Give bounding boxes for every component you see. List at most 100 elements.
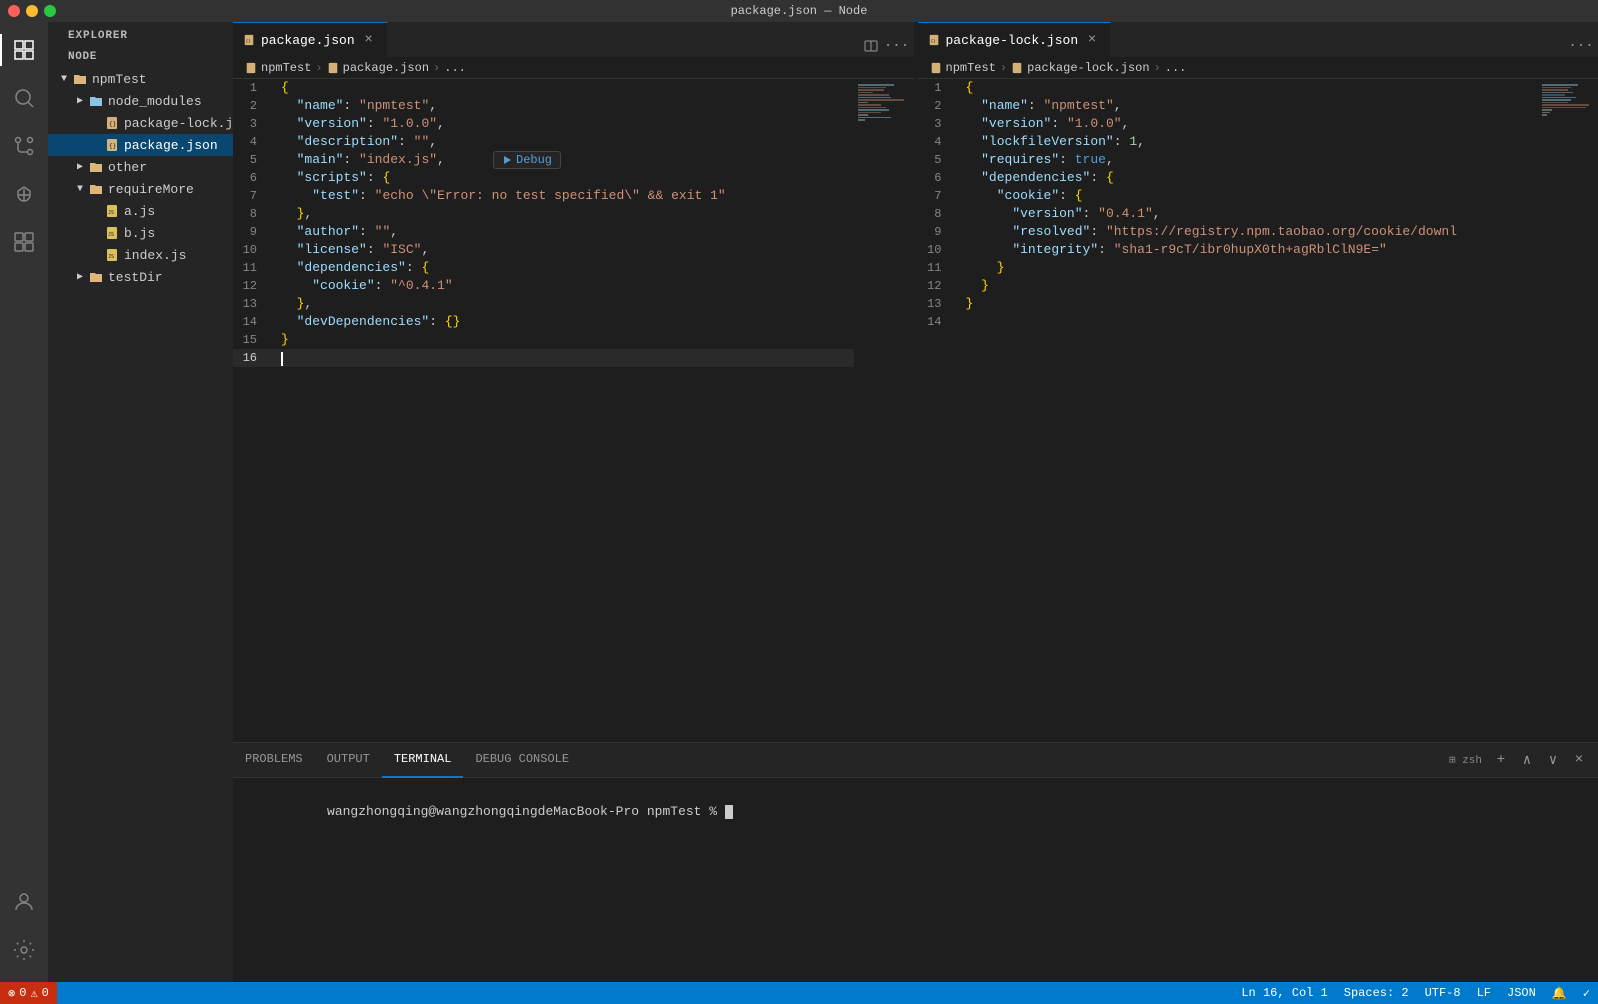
tree-item-npmtest[interactable]: npmTest (48, 68, 233, 90)
tree-arrow-pkg-lock (88, 115, 104, 131)
explorer-header: Explorer (48, 22, 233, 46)
code-line-l11: 11 "dependencies": { (233, 259, 854, 277)
tree-item-indexjs[interactable]: JS index.js (48, 244, 233, 266)
breadcrumb-npmtest-right[interactable]: npmTest (946, 61, 996, 75)
panel-tab-debug-label: DEBUG CONSOLE (475, 752, 569, 766)
breadcrumb-npmtest-left[interactable]: npmTest (261, 61, 311, 75)
activity-account[interactable] (0, 878, 48, 926)
tree-item-package-json[interactable]: {} package.json (48, 134, 233, 156)
activity-source-control[interactable] (0, 122, 48, 170)
activity-search[interactable] (0, 74, 48, 122)
tree-label-bjs: b.js (124, 226, 155, 241)
status-language[interactable]: JSON (1499, 982, 1544, 1004)
code-line-l12: 12 "cookie": "^0.4.1" (233, 277, 854, 295)
svg-text:{}: {} (109, 121, 116, 128)
tree-label-indexjs: index.js (124, 248, 186, 263)
terminal-cursor (725, 805, 733, 819)
status-encoding[interactable]: UTF-8 (1417, 982, 1469, 1004)
close-panel-button[interactable]: × (1568, 749, 1590, 771)
left-editor-content: 1 { 2 "name": "npmtest", 3 (233, 79, 914, 742)
code-line-r6: 6 "dependencies": { (918, 169, 1539, 187)
tree-root-node[interactable]: NODE (48, 46, 233, 68)
tree-label-testdir: testDir (108, 270, 163, 285)
more-actions-button-right[interactable]: ··· (1570, 35, 1592, 57)
tree-arrow-npmtest (56, 71, 72, 87)
terminal-down-button[interactable]: ∨ (1542, 749, 1564, 771)
right-code-editor[interactable]: 1 { 2 "name": "npmtest", 3 "version": "1… (918, 79, 1539, 742)
activity-bar-bottom (0, 878, 48, 982)
status-eol[interactable]: LF (1469, 982, 1499, 1004)
breadcrumb-dots-left[interactable]: ... (444, 61, 466, 75)
tab-package-json[interactable]: {} package.json × (233, 22, 388, 57)
right-editor-group: {} package-lock.json × ··· npmTest › pac… (918, 22, 1598, 742)
status-notification[interactable]: 🔔 (1544, 982, 1575, 1004)
split-editor-button[interactable] (860, 35, 882, 57)
code-line-l10: 10 "license": "ISC", (233, 241, 854, 259)
status-extra[interactable]: ✓ (1575, 982, 1598, 1004)
json-icon-package-json: {} (104, 137, 120, 153)
activity-bar (0, 22, 48, 982)
status-left: ⊗ 0 ⚠ 0 (0, 982, 57, 1004)
breadcrumb-filename-right[interactable]: package-lock.json (1027, 61, 1149, 75)
panel-tab-debug-console[interactable]: DEBUG CONSOLE (463, 743, 581, 778)
code-line-l7: 7 "test": "echo \"Error: no test specifi… (233, 187, 854, 205)
tree-item-node-modules[interactable]: node_modules (48, 90, 233, 112)
panel-tab-output-label: OUTPUT (327, 752, 370, 766)
breadcrumb-filename-left[interactable]: package.json (343, 61, 429, 75)
activity-debug[interactable] (0, 170, 48, 218)
tree-label-node-modules: node_modules (108, 94, 202, 109)
panel-tab-output[interactable]: OUTPUT (315, 743, 382, 778)
spaces-label: Spaces: 2 (1344, 986, 1409, 1000)
terminal-up-button[interactable]: ∧ (1516, 749, 1538, 771)
tree-item-other[interactable]: other (48, 156, 233, 178)
code-line-l13: 13 }, (233, 295, 854, 313)
terminal-content[interactable]: wangzhongqing@wangzhongqingdeMacBook-Pro… (233, 778, 1598, 982)
maximize-button[interactable] (44, 5, 56, 17)
activity-extensions[interactable] (0, 218, 48, 266)
left-minimap (854, 79, 914, 742)
tab-close-package-lock[interactable]: × (1084, 32, 1100, 48)
activity-explorer[interactable] (0, 26, 48, 74)
add-terminal-button[interactable]: + (1490, 749, 1512, 771)
notification-icon: 🔔 (1552, 986, 1567, 1001)
terminal-label-right: ⊞ zsh (1445, 749, 1486, 771)
code-line-l3: 3 "version": "1.0.0", (233, 115, 854, 133)
debug-widget[interactable]: Debug (493, 151, 561, 169)
tree-item-testdir[interactable]: testDir (48, 266, 233, 288)
panel-actions: ⊞ zsh + ∧ ∨ × (1445, 749, 1598, 771)
tab-package-lock-json[interactable]: {} package-lock.json × (918, 22, 1112, 57)
code-line-r11: 11 } (918, 259, 1539, 277)
eol-label: LF (1477, 986, 1491, 1000)
language-label: JSON (1507, 986, 1536, 1000)
svg-text:{}: {} (109, 143, 116, 150)
panel-tab-terminal[interactable]: TERMINAL (382, 743, 464, 778)
panel-tab-problems[interactable]: PROBLEMS (233, 743, 315, 778)
right-editor-content: 1 { 2 "name": "npmtest", 3 "version": "1… (918, 79, 1598, 742)
tree-arrow-other (72, 159, 88, 175)
tab-close-package-json[interactable]: × (361, 32, 377, 48)
close-button[interactable] (8, 5, 20, 17)
svg-text:{}: {} (930, 39, 936, 45)
left-code-editor[interactable]: 1 { 2 "name": "npmtest", 3 (233, 79, 854, 742)
tree-item-bjs[interactable]: JS b.js (48, 222, 233, 244)
svg-text:{}: {} (246, 39, 252, 45)
code-line-l16: 16 (233, 349, 854, 367)
code-line-r13: 13 } (918, 295, 1539, 313)
code-line-l2: 2 "name": "npmtest", (233, 97, 854, 115)
status-position[interactable]: Ln 16, Col 1 (1233, 982, 1335, 1004)
minimize-button[interactable] (26, 5, 38, 17)
code-line-r1: 1 { (918, 79, 1539, 97)
right-tab-bar: {} package-lock.json × ··· (918, 22, 1598, 57)
tree-label-pkg-lock: package-lock.js... (124, 116, 233, 131)
tree-item-package-lock[interactable]: {} package-lock.js... (48, 112, 233, 134)
status-spaces[interactable]: Spaces: 2 (1336, 982, 1417, 1004)
activity-settings[interactable] (0, 926, 48, 974)
more-actions-button-left[interactable]: ··· (886, 35, 908, 57)
terminal-prompt-line: wangzhongqing@wangzhongqingdeMacBook-Pro… (249, 782, 1582, 842)
left-tab-bar: {} package.json × ··· (233, 22, 914, 57)
breadcrumb-dots-right[interactable]: ... (1165, 61, 1187, 75)
tree-item-ajs[interactable]: JS a.js (48, 200, 233, 222)
status-errors[interactable]: ⊗ 0 ⚠ 0 (0, 982, 57, 1004)
tree-arrow-testdir (72, 269, 88, 285)
tree-item-requiremore[interactable]: requireMore (48, 178, 233, 200)
